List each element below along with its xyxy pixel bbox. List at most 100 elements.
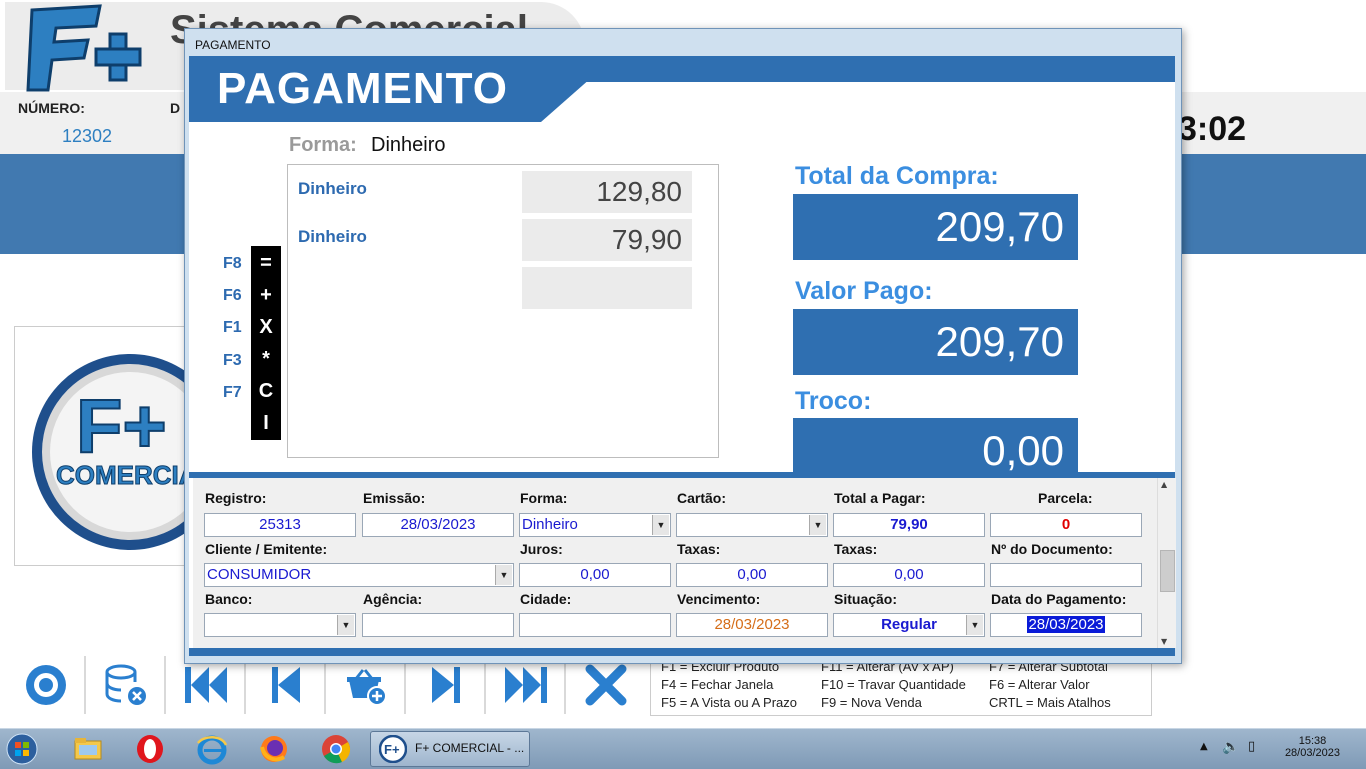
- troco-label: Troco:: [795, 387, 872, 415]
- emissao-field[interactable]: 28/03/2023: [362, 513, 514, 537]
- database-remove-icon: [105, 664, 146, 705]
- previous-record-button[interactable]: [248, 656, 326, 714]
- payment-name-2: Dinheiro: [298, 227, 367, 246]
- last-record-button[interactable]: [488, 656, 566, 714]
- database-remove-button[interactable]: [88, 656, 166, 714]
- emissao-label: Emissão:: [363, 490, 426, 506]
- forma-select-value: Dinheiro: [522, 516, 578, 533]
- situacao-select[interactable]: Regular ▼: [833, 613, 985, 637]
- internet-explorer-icon[interactable]: [196, 733, 228, 765]
- numero-label: NÚMERO:: [18, 100, 85, 116]
- payment-window: PAGAMENTO PAGAMENTO Forma: Dinheiro Dinh…: [184, 28, 1182, 664]
- first-record-button[interactable]: [168, 656, 246, 714]
- forma-detail-label: Forma:: [520, 490, 568, 506]
- payment-amount-3[interactable]: [522, 267, 692, 309]
- payment-name-1: Dinheiro: [298, 179, 367, 198]
- chevron-down-icon[interactable]: ▼: [809, 515, 826, 535]
- chrome-icon[interactable]: [320, 733, 352, 765]
- clock-display: 3:02: [1178, 110, 1247, 148]
- fkey-f1: F1: [223, 319, 242, 336]
- total-pagar-label: Total a Pagar:: [834, 490, 926, 506]
- tray-time: 15:38: [1298, 735, 1327, 747]
- network-icon[interactable]: ▯: [1248, 739, 1255, 754]
- taskbar-item-fcomercial[interactable]: F+ F+ COMERCIAL - ...: [370, 731, 530, 767]
- scroll-thumb[interactable]: [1160, 550, 1175, 592]
- parcela-label: Parcela:: [1038, 490, 1093, 506]
- svg-text:F+: F+: [384, 742, 400, 757]
- shortcut-f10: F10 = Travar Quantidade: [821, 677, 966, 692]
- scroll-down-icon[interactable]: ▼: [1161, 637, 1167, 646]
- tray-expand-icon[interactable]: ▲: [1200, 741, 1208, 752]
- detail-divider-bottom: [189, 648, 1175, 656]
- taxas-field-1[interactable]: 0,00: [676, 563, 828, 587]
- main-toolbar: [8, 656, 648, 714]
- first-icon: [185, 667, 227, 703]
- vencimento-label: Vencimento:: [677, 591, 761, 607]
- info-key[interactable]: I: [251, 412, 281, 435]
- vencimento-field[interactable]: 28/03/2023: [676, 613, 828, 637]
- juros-field[interactable]: 0,00: [519, 563, 671, 587]
- payment-list[interactable]: Dinheiro 129,80 Dinheiro 79,90: [287, 164, 719, 458]
- shortcut-f6: F6 = Alterar Valor: [989, 677, 1090, 692]
- data-pagamento-field[interactable]: 28/03/2023: [990, 613, 1142, 637]
- taskbar: F+ F+ COMERCIAL - ... ▲ 🔈 ▯ 15:38 28/03/…: [0, 728, 1366, 769]
- fplus-logo-icon: [26, 4, 142, 92]
- close-icon: [585, 664, 627, 706]
- ndoc-field[interactable]: [990, 563, 1142, 587]
- next-record-button[interactable]: [408, 656, 486, 714]
- equals-key[interactable]: =: [251, 252, 281, 275]
- detail-scrollbar[interactable]: ▲ ▼: [1157, 478, 1176, 648]
- taskbar-item-label: F+ COMERCIAL - ...: [415, 741, 525, 755]
- payment-window-body: PAGAMENTO Forma: Dinheiro Dinheiro 129,8…: [189, 56, 1176, 656]
- asterisk-key[interactable]: *: [251, 348, 281, 371]
- opera-icon[interactable]: [134, 733, 166, 765]
- scroll-up-icon[interactable]: ▲: [1161, 480, 1167, 489]
- banco-select[interactable]: ▼: [204, 613, 356, 637]
- chevron-down-icon[interactable]: ▼: [337, 615, 354, 635]
- taxas-label-2: Taxas:: [834, 541, 878, 557]
- chevron-down-icon[interactable]: ▼: [966, 615, 983, 635]
- disc-icon: [26, 665, 66, 705]
- chevron-down-icon[interactable]: ▼: [495, 565, 512, 585]
- cancel-button[interactable]: [568, 656, 644, 714]
- disc-button[interactable]: [8, 656, 86, 714]
- volume-icon[interactable]: 🔈: [1222, 739, 1239, 755]
- plus-key[interactable]: +: [251, 284, 281, 307]
- payment-amount-2[interactable]: 79,90: [522, 219, 692, 261]
- file-explorer-icon[interactable]: [72, 733, 104, 765]
- registro-label: Registro:: [205, 490, 267, 506]
- fplus-app-icon: F+: [379, 735, 407, 763]
- clear-key[interactable]: C: [251, 380, 281, 403]
- basket-add-icon: [347, 669, 387, 706]
- fkey-f6: F6: [223, 287, 242, 304]
- taxas-field-2[interactable]: 0,00: [833, 563, 985, 587]
- window-caption: PAGAMENTO: [195, 38, 271, 52]
- shortcut-f4: F4 = Fechar Janela: [661, 677, 774, 692]
- forma-select[interactable]: Dinheiro ▼: [519, 513, 671, 537]
- payment-amount-1[interactable]: 129,80: [522, 171, 692, 213]
- chevron-down-icon[interactable]: ▼: [652, 515, 669, 535]
- cidade-field[interactable]: [519, 613, 671, 637]
- cartao-select[interactable]: ▼: [676, 513, 828, 537]
- payment-detail-form: Registro: Emissão: Forma: Cartão: Total …: [193, 478, 1157, 648]
- total-compra-value: 209,70: [793, 194, 1078, 260]
- multiply-key[interactable]: X: [251, 316, 281, 339]
- ndoc-label: Nº do Documento:: [991, 541, 1113, 557]
- shortcuts-legend: F1 = Excluir Produto F11 = Alterar (AV x…: [650, 656, 1152, 716]
- shortcut-f5: F5 = A Vista ou A Prazo: [661, 695, 797, 710]
- start-button-icon[interactable]: [6, 733, 38, 765]
- situacao-select-value: Regular: [881, 616, 937, 633]
- firefox-icon[interactable]: [258, 733, 290, 765]
- total-pagar-field[interactable]: 79,90: [833, 513, 985, 537]
- last-icon: [505, 667, 547, 703]
- parcela-field[interactable]: 0: [990, 513, 1142, 537]
- data-pagamento-label: Data do Pagamento:: [991, 591, 1127, 607]
- previous-icon: [272, 667, 300, 703]
- shortcut-f9: F9 = Nova Venda: [821, 695, 922, 710]
- registro-field[interactable]: 25313: [204, 513, 356, 537]
- situacao-label: Situação:: [834, 591, 898, 607]
- cliente-select[interactable]: CONSUMIDOR ▼: [204, 563, 514, 587]
- agencia-field[interactable]: [362, 613, 514, 637]
- tray-clock[interactable]: 15:38 28/03/2023: [1285, 735, 1340, 759]
- add-to-basket-button[interactable]: [328, 656, 406, 714]
